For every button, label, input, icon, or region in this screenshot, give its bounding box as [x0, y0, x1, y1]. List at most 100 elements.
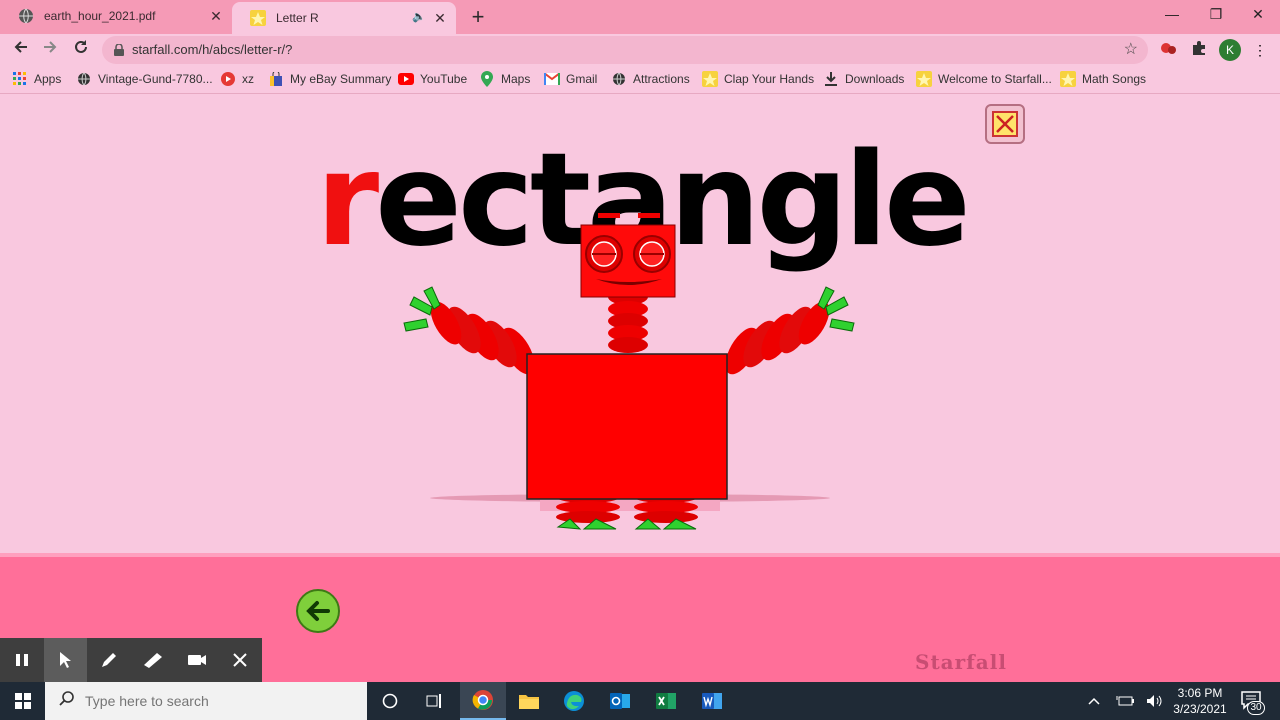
bookmark-apps[interactable]: Apps: [12, 71, 61, 87]
bookmark-label: Gmail: [566, 72, 598, 86]
bookmark-star-icon[interactable]: ☆: [1124, 39, 1138, 59]
bookmark-maps[interactable]: Maps: [479, 71, 530, 87]
bookmark-gmail[interactable]: Gmail: [544, 71, 597, 87]
taskbar-search[interactable]: [45, 682, 367, 720]
bookmark-label: Math Songs: [1082, 72, 1147, 86]
bookmark-welcome-starfall[interactable]: Welcome to Starfall...: [916, 71, 1052, 87]
bookmark-label: Attractions: [633, 72, 690, 86]
back-icon[interactable]: [8, 38, 34, 62]
youtube-icon: [398, 71, 414, 87]
gmail-icon: [544, 71, 560, 87]
excel-icon[interactable]: [643, 682, 689, 720]
starfall-star-icon: [250, 10, 266, 26]
tab-pdf[interactable]: earth_hour_2021.pdf ✕: [0, 0, 232, 32]
bookmark-xz[interactable]: xz: [220, 71, 254, 87]
apps-grid-icon: [12, 71, 28, 87]
bookmark-math-songs[interactable]: Math Songs: [1060, 71, 1146, 87]
bookmark-label: Maps: [501, 72, 531, 86]
outlook-icon[interactable]: [597, 682, 643, 720]
reload-icon[interactable]: [68, 38, 94, 62]
chrome-icon[interactable]: [460, 682, 506, 720]
battery-icon[interactable]: [1116, 682, 1134, 720]
tab-title: earth_hour_2021.pdf: [44, 9, 156, 23]
pointer-icon[interactable]: [43, 638, 88, 682]
browser-toolbar: starfall.com/h/abcs/letter-r/? ☆ K ⋮: [0, 34, 1280, 66]
speaker-icon[interactable]: 🔈: [412, 10, 426, 23]
tab-title: Letter R: [276, 11, 319, 25]
new-tab-button[interactable]: +: [466, 4, 490, 30]
bookmark-label: Clap Your Hands: [724, 72, 815, 86]
highlighter-icon[interactable]: [131, 638, 175, 682]
cortana-icon[interactable]: [367, 682, 413, 720]
pen-icon[interactable]: [87, 638, 131, 682]
starfall-star-icon: [916, 71, 932, 87]
body-rectangle: [526, 353, 728, 500]
windows-start-icon[interactable]: [0, 682, 45, 720]
globe-icon: [18, 8, 34, 24]
starfall-star-icon: [1060, 71, 1076, 87]
left-arm: [403, 286, 535, 375]
edge-icon[interactable]: [551, 682, 597, 720]
camera-icon[interactable]: [175, 638, 219, 682]
bookmark-youtube[interactable]: YouTube: [398, 71, 467, 87]
starfall-star-icon: [702, 71, 718, 87]
notification-count-badge: 30: [1247, 701, 1265, 715]
bookmarks-bar: Apps Vintage-Gund-7780... xz My eBay Sum…: [0, 66, 1280, 94]
lock-icon: [114, 43, 124, 56]
shopping-bag-icon: [268, 71, 284, 87]
bookmark-label: Welcome to Starfall...: [938, 72, 1052, 86]
clock-time: 3:06 PM: [1177, 686, 1223, 700]
minimize-button[interactable]: —: [1150, 0, 1194, 30]
search-icon: [59, 690, 75, 712]
close-activity-button[interactable]: [985, 104, 1025, 144]
tab-close-icon[interactable]: ✕: [432, 10, 448, 26]
bookmark-label: Vintage-Gund-7780...: [98, 72, 213, 86]
bookmark-label: Downloads: [845, 72, 905, 86]
head: [580, 213, 676, 298]
starfall-page: rectangle Starfall: [0, 95, 1280, 683]
bookmark-label: YouTube: [420, 72, 468, 86]
menu-kebab-icon[interactable]: ⋮: [1250, 40, 1270, 60]
address-bar[interactable]: starfall.com/h/abcs/letter-r/? ☆: [102, 36, 1148, 64]
bookmark-label: My eBay Summary: [290, 72, 392, 86]
search-input[interactable]: [85, 693, 345, 709]
right-arm: [725, 286, 855, 375]
annotation-toolbar: [0, 638, 262, 682]
task-view-icon[interactable]: [412, 682, 458, 720]
bookmark-label: xz: [242, 72, 254, 86]
system-clock[interactable]: 3:06 PM 3/23/2021: [1170, 685, 1230, 717]
tab-letter-r[interactable]: Letter R 🔈 ✕: [232, 2, 456, 34]
show-hidden-icons[interactable]: [1088, 682, 1100, 720]
tab-strip: earth_hour_2021.pdf ✕ Letter R 🔈 ✕ + — ❐…: [0, 0, 1280, 34]
rectangle-robot-illustration[interactable]: [400, 205, 860, 535]
bookmark-clap-your-hands[interactable]: Clap Your Hands: [702, 71, 814, 87]
close-x-icon: [992, 111, 1018, 137]
extensions-puzzle-icon[interactable]: [1189, 40, 1209, 60]
download-icon: [823, 71, 839, 87]
bookmark-downloads[interactable]: Downloads: [823, 71, 904, 87]
volume-icon[interactable]: [1146, 682, 1164, 720]
starfall-logo: Starfall: [915, 650, 1007, 674]
play-red-icon: [220, 71, 236, 87]
bookmark-ebay[interactable]: My eBay Summary: [268, 71, 391, 87]
maps-pin-icon: [479, 71, 495, 87]
close-window-button[interactable]: ✕: [1236, 0, 1280, 30]
restore-button[interactable]: ❐: [1194, 0, 1238, 30]
windows-taskbar: 3:06 PM 3/23/2021 30: [0, 682, 1280, 720]
highlighted-letter: r: [316, 126, 379, 275]
extension-record-icon[interactable]: [1159, 40, 1179, 60]
globe-icon: [611, 71, 627, 87]
word-icon[interactable]: [689, 682, 735, 720]
arrow-left-icon: [306, 601, 330, 621]
url-text: starfall.com/h/abcs/letter-r/?: [132, 42, 293, 57]
tab-close-icon[interactable]: ✕: [208, 8, 224, 24]
bookmark-attractions[interactable]: Attractions: [611, 71, 690, 87]
pause-icon[interactable]: [0, 638, 44, 682]
file-explorer-icon[interactable]: [506, 682, 552, 720]
back-arrow-button[interactable]: [296, 589, 340, 633]
forward-icon[interactable]: [37, 38, 63, 62]
clock-date: 3/23/2021: [1173, 702, 1227, 716]
bookmark-vintage-gund[interactable]: Vintage-Gund-7780...: [76, 71, 213, 87]
close-annotation-icon[interactable]: [218, 638, 262, 682]
profile-avatar[interactable]: K: [1219, 39, 1241, 61]
